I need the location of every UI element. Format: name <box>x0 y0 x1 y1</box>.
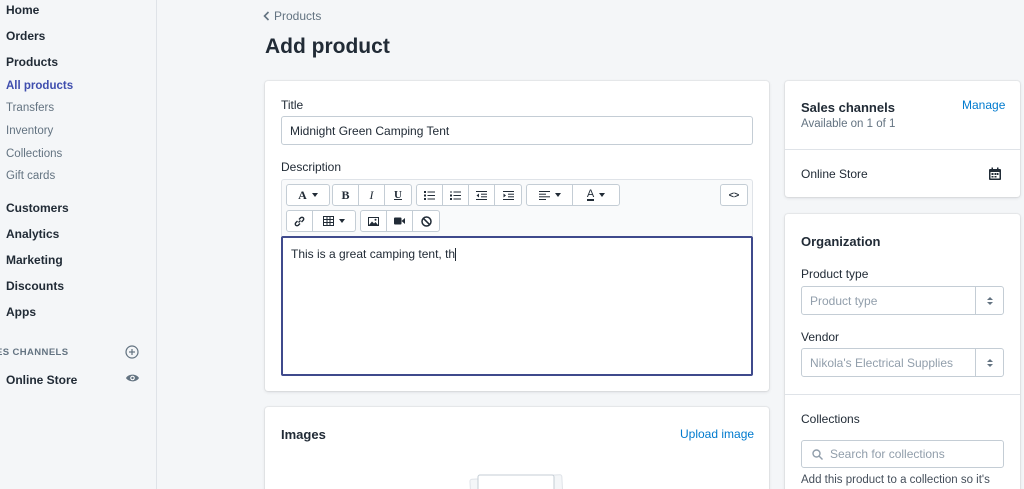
eye-icon[interactable] <box>125 372 140 384</box>
sidebar-item-products[interactable]: Products <box>6 55 58 69</box>
outdent-button[interactable] <box>469 185 495 205</box>
images-card-title: Images <box>281 427 326 442</box>
clear-format-icon <box>420 215 432 227</box>
title-label: Title <box>281 98 304 112</box>
text-cursor <box>455 248 457 262</box>
select-arrows-icon <box>975 287 1003 314</box>
collections-search-input[interactable]: Search for collections <box>801 440 1004 468</box>
collections-help-text: Add this product to a collection so it's <box>801 474 990 486</box>
numbered-list-button[interactable] <box>443 185 469 205</box>
bullet-list-icon <box>424 190 435 200</box>
description-text: This is a great camping tent, th <box>291 247 456 261</box>
link-icon <box>294 216 305 226</box>
underline-button[interactable]: U <box>385 185 411 205</box>
sidebar-item-customers[interactable]: Customers <box>6 201 69 215</box>
breadcrumb-label: Products <box>274 9 322 23</box>
sidebar-item-online-store[interactable]: Online Store <box>6 373 77 387</box>
editor-toolbar: A B I U A <> <box>281 179 753 236</box>
video-icon <box>394 217 405 225</box>
insert-image-button[interactable] <box>361 211 387 231</box>
italic-button[interactable]: I <box>359 185 385 205</box>
product-type-label: Product type <box>801 267 869 281</box>
insert-link-group <box>286 210 356 232</box>
image-icon <box>368 216 379 226</box>
sidebar-item-home[interactable]: Home <box>6 3 39 17</box>
insert-link-button[interactable] <box>287 211 313 231</box>
sidebar-item-orders[interactable]: Orders <box>6 29 45 43</box>
text-format-group: B I U <box>332 184 412 206</box>
upload-image-link[interactable]: Upload image <box>680 427 754 441</box>
sidebar-subitem-gift-cards[interactable]: Gift cards <box>6 170 55 182</box>
collections-placeholder: Search for collections <box>830 447 945 461</box>
insert-table-dropdown[interactable] <box>313 211 355 231</box>
sidebar-item-analytics[interactable]: Analytics <box>6 227 59 241</box>
clear-formatting-button[interactable] <box>413 211 439 231</box>
calendar-icon[interactable] <box>988 167 1002 181</box>
collections-label: Collections <box>801 412 860 426</box>
sidebar-subitem-transfers[interactable]: Transfers <box>6 102 54 114</box>
description-label: Description <box>281 160 342 174</box>
align-dropdown[interactable] <box>527 185 573 205</box>
sidebar-item-discounts[interactable]: Discounts <box>6 279 64 293</box>
numbered-list-icon <box>450 190 461 200</box>
sidebar-subitem-inventory[interactable]: Inventory <box>6 125 53 137</box>
outdent-icon <box>476 190 487 200</box>
indent-button[interactable] <box>495 185 521 205</box>
sidebar-subitem-collections[interactable]: Collections <box>6 148 62 160</box>
page-title: Add product <box>265 35 390 58</box>
insert-media-group <box>360 210 440 232</box>
vendor-label: Vendor <box>801 330 840 344</box>
font-style-dropdown[interactable]: A <box>287 185 329 205</box>
table-icon <box>323 216 334 226</box>
organization-divider <box>785 394 1020 395</box>
add-circle-icon[interactable] <box>125 345 139 359</box>
bullet-list-button[interactable] <box>417 185 443 205</box>
code-view-group: <> <box>720 184 748 206</box>
indent-icon <box>502 190 514 200</box>
title-input[interactable]: Midnight Green Camping Tent <box>281 116 753 145</box>
font-group: A <box>286 184 330 206</box>
sidebar-item-apps[interactable]: Apps <box>6 305 36 319</box>
image-placeholder-icon <box>469 474 564 489</box>
sales-channels-heading: ES CHANNELS <box>0 347 69 358</box>
product-type-select[interactable]: Product type <box>801 286 1004 315</box>
sidebar: Home Orders Products All products Transf… <box>0 0 157 489</box>
channels-divider <box>785 149 1020 150</box>
search-icon <box>812 448 823 460</box>
online-store-channel: Online Store <box>801 167 868 181</box>
vendor-select[interactable]: Nikola's Electrical Supplies <box>801 348 1004 377</box>
bold-button[interactable]: B <box>333 185 359 205</box>
chevron-left-icon <box>263 11 270 21</box>
text-color-dropdown[interactable]: A <box>573 185 619 205</box>
vendor-placeholder: Nikola's Electrical Supplies <box>810 355 954 370</box>
organization-title: Organization <box>801 234 881 249</box>
description-editor[interactable]: This is a great camping tent, th <box>281 236 753 376</box>
manage-channels-link[interactable]: Manage <box>962 98 1005 112</box>
breadcrumb[interactable]: Products <box>263 9 321 23</box>
sidebar-subitem-all-products[interactable]: All products <box>6 80 73 92</box>
insert-video-button[interactable] <box>387 211 413 231</box>
align-color-group: A <box>526 184 620 206</box>
product-type-placeholder: Product type <box>810 293 878 308</box>
code-view-button[interactable]: <> <box>721 185 747 205</box>
channels-availability: Available on 1 of 1 <box>801 118 896 130</box>
list-group <box>416 184 522 206</box>
sidebar-item-marketing[interactable]: Marketing <box>6 253 63 267</box>
select-arrows-icon <box>975 349 1003 376</box>
sales-channels-title: Sales channels <box>801 100 895 115</box>
align-left-icon <box>538 190 550 200</box>
